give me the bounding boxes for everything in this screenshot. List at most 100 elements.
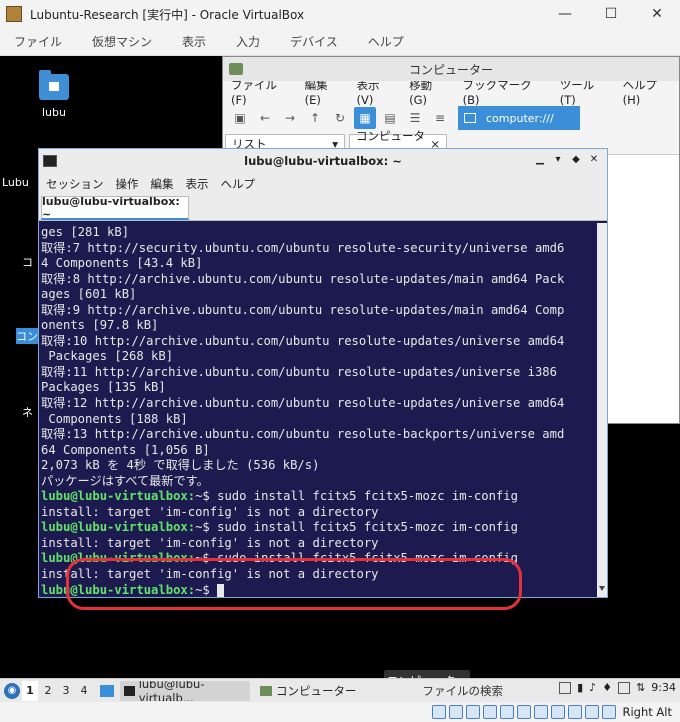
terminal-line: 取得:12 http://archive.ubuntu.com/ubuntu r… xyxy=(41,396,565,411)
terminal-line: Components [188 kB] xyxy=(41,411,188,426)
detail-view-icon[interactable]: ≡ xyxy=(429,107,451,129)
desktop-icon-label: ネ xyxy=(22,406,33,419)
vb-menu-devices[interactable]: デバイス xyxy=(290,33,338,50)
term-menu-session[interactable]: セッション xyxy=(46,176,104,192)
desktop-icon-label: Lubu xyxy=(2,176,29,189)
fm-toolbar: ▣ ← → ↑ ↻ ▦ ▤ ☰ ≡ computer:/// xyxy=(223,103,679,133)
host-key: Right Alt xyxy=(622,705,672,719)
term-menu-edit[interactable]: 編集 xyxy=(151,176,174,192)
back-icon[interactable]: ← xyxy=(254,107,276,129)
shell-prompt: lubu@lubu-virtualbox: xyxy=(41,520,196,535)
home-folder-icon xyxy=(39,70,69,100)
thumbnail-view-icon[interactable]: ▤ xyxy=(379,107,401,129)
notification-icon[interactable]: ♦ xyxy=(602,681,612,694)
forward-icon[interactable]: → xyxy=(279,107,301,129)
terminal-titlebar: lubu@lubu-virtualbox: ~ ▁ ▾ ◆ ✕ xyxy=(39,149,607,173)
hard-disk-icon[interactable] xyxy=(432,705,447,719)
terminal-minimize-icon[interactable]: ▁ xyxy=(533,153,547,167)
terminal-maximize-icon[interactable]: ◆ xyxy=(569,153,583,167)
clock[interactable]: 9:34 xyxy=(651,681,676,694)
network-adapter-icon[interactable] xyxy=(483,705,498,719)
start-menu-icon[interactable]: ◉ xyxy=(4,682,20,699)
mouse-integration-icon[interactable] xyxy=(585,705,600,719)
fm-menu-tools[interactable]: ツール(T) xyxy=(560,77,609,107)
optical-drive-icon[interactable] xyxy=(449,705,464,719)
recording-icon[interactable] xyxy=(551,705,566,719)
terminal-line: onents [97.8 kB] xyxy=(41,318,159,333)
scroll-down-icon[interactable] xyxy=(599,586,605,591)
taskbar-item-label: コンピューター xyxy=(276,683,357,698)
close-button[interactable]: ✕ xyxy=(634,0,680,28)
path-bar[interactable]: computer:/// xyxy=(458,106,580,130)
minimize-button[interactable]: — xyxy=(542,0,588,28)
terminal-scrollbar[interactable] xyxy=(597,223,607,597)
fm-menu-file[interactable]: ファイル(F) xyxy=(231,77,291,107)
keyboard-capture-icon[interactable] xyxy=(602,705,617,719)
desktop-icon-2[interactable]: Lubu xyxy=(2,176,42,189)
up-icon[interactable]: ↑ xyxy=(304,107,326,129)
maximize-button[interactable]: ☐ xyxy=(588,0,634,28)
terminal-line: 4 Components [43.4 kB] xyxy=(41,256,203,271)
reload-icon[interactable]: ↻ xyxy=(329,107,351,129)
term-menu-view[interactable]: 表示 xyxy=(186,176,209,192)
term-menu-help[interactable]: ヘルプ xyxy=(221,176,256,192)
system-tray: ▮ ♪ ♦ ⇅ 9:34 xyxy=(553,681,676,694)
terminal-command-line: lubu@lubu-virtualbox:~$ sudo install fci… xyxy=(41,520,597,536)
keyboard-icon[interactable] xyxy=(559,681,572,694)
terminal-close-icon[interactable]: ✕ xyxy=(587,153,601,167)
fm-menubar: ファイル(F) 編集(E) 表示(V) 移動(G) ブックマーク(B) ツール(… xyxy=(223,78,679,107)
clipboard-icon[interactable]: ▮ xyxy=(577,681,583,694)
taskbar-item-file-manager[interactable]: コンピューター xyxy=(256,681,361,701)
fm-titlebar: コンピューター xyxy=(223,57,679,81)
terminal-line: Packages [268 kB] xyxy=(41,349,174,364)
terminal-shade-icon[interactable]: ▾ xyxy=(551,153,565,167)
file-search[interactable]: ファイルの検索 xyxy=(423,683,504,699)
usb-icon[interactable] xyxy=(500,705,515,719)
desktop-icon-label: lubu xyxy=(42,106,66,119)
show-desktop-icon[interactable] xyxy=(100,684,114,697)
terminal-line: install: target 'im-config' is not a dir… xyxy=(41,535,379,550)
guest-screen: lubu Lubu コ コン ネ コンピューター ファイル(F) 編集(E) 表… xyxy=(0,56,680,678)
term-menu-actions[interactable]: 操作 xyxy=(116,176,139,192)
desktop-icon-label: コン xyxy=(16,330,38,343)
workspace-4[interactable]: 4 xyxy=(76,681,92,701)
vb-statusbar: Right Alt xyxy=(0,702,680,722)
audio-icon[interactable] xyxy=(466,705,481,719)
terminal-line: 2,073 kB を 4秒 で取得しました (536 kB/s) xyxy=(41,458,320,473)
workspace-2[interactable]: 2 xyxy=(40,681,56,701)
terminal-output[interactable]: ges [281 kB] 取得:7 http://security.ubuntu.… xyxy=(39,223,597,597)
terminal-tabbar: lubu@lubu-virtualbox: ~ xyxy=(39,195,607,221)
fm-menu-go[interactable]: 移動(G) xyxy=(409,77,449,107)
terminal-line: Packages [135 kB] xyxy=(41,380,166,395)
terminal-line: ges [281 kB] xyxy=(41,225,130,239)
fm-menu-bookmarks[interactable]: ブックマーク(B) xyxy=(463,77,546,107)
new-tab-icon[interactable]: ▣ xyxy=(229,107,251,129)
desktop-icon-4[interactable]: コン xyxy=(16,328,40,344)
fm-menu-edit[interactable]: 編集(E) xyxy=(305,77,343,107)
vb-menu-help[interactable]: ヘルプ xyxy=(368,33,404,50)
fm-menu-view[interactable]: 表示(V) xyxy=(357,77,396,107)
vb-menu-machine[interactable]: 仮想マシン xyxy=(92,33,152,50)
desktop-icon-home[interactable]: lubu xyxy=(24,70,84,119)
display-icon[interactable] xyxy=(534,705,549,719)
battery-icon[interactable] xyxy=(618,681,631,694)
shared-folder-icon[interactable] xyxy=(517,705,532,719)
virtualbox-icon xyxy=(6,6,22,22)
compact-view-icon[interactable]: ☰ xyxy=(404,107,426,129)
cpu-icon[interactable] xyxy=(568,705,583,719)
fm-menu-help[interactable]: ヘルプ(H) xyxy=(623,77,673,107)
vb-menu-view[interactable]: 表示 xyxy=(182,33,206,50)
workspace-1[interactable]: 1 xyxy=(22,680,38,701)
taskbar-item-terminal[interactable]: lubu@lubu-virtualb... xyxy=(120,680,250,701)
volume-icon[interactable]: ♪ xyxy=(589,681,596,694)
shell-command: ~$ sudo install fcitx5 fcitx5-mozc im-co… xyxy=(195,489,518,504)
window-title: Lubuntu-Research [実行中] - Oracle VirtualB… xyxy=(30,7,305,22)
vb-menu-input[interactable]: 入力 xyxy=(236,33,260,50)
terminal-tab[interactable]: lubu@lubu-virtualbox: ~ xyxy=(41,195,189,221)
path-text: computer:/// xyxy=(486,111,554,125)
vb-menu-file[interactable]: ファイル xyxy=(14,33,62,50)
workspace-3[interactable]: 3 xyxy=(58,681,74,701)
icon-view-icon[interactable]: ▦ xyxy=(354,107,376,129)
network-icon[interactable]: ⇅ xyxy=(636,681,645,694)
window-titlebar: Lubuntu-Research [実行中] - Oracle VirtualB… xyxy=(0,0,680,28)
